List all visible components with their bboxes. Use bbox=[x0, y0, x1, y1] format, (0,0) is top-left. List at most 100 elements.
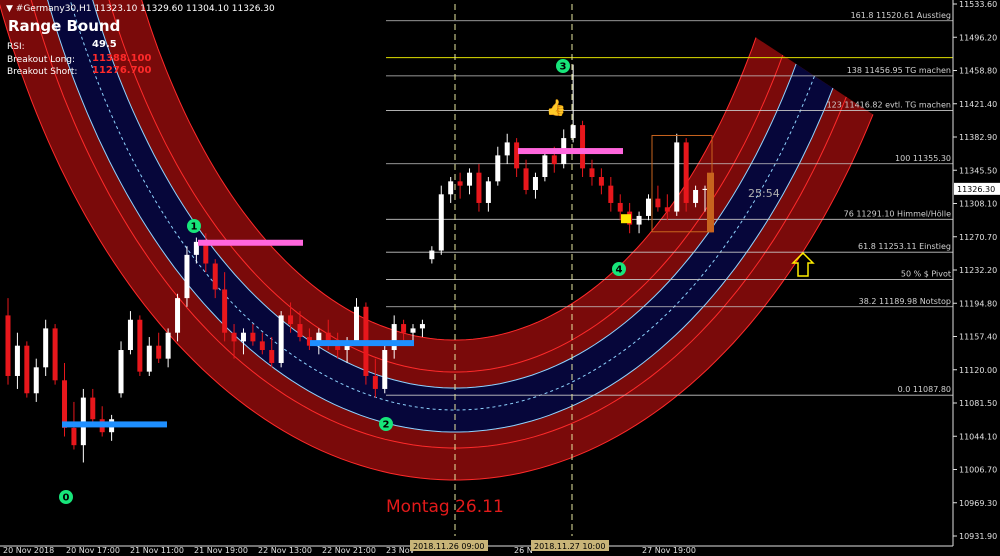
time-tick-label: 21 Nov 19:00 bbox=[194, 546, 248, 555]
candle-body bbox=[382, 350, 388, 389]
candle-body bbox=[523, 168, 529, 190]
price-tick-label: 10931.90 bbox=[959, 532, 997, 541]
candle-body bbox=[165, 332, 171, 359]
price-tick-label: 11194.80 bbox=[959, 299, 997, 308]
candle-body bbox=[570, 125, 576, 139]
time-tick-label: 26 N bbox=[514, 546, 533, 555]
time-tick-label: 22 Nov 13:00 bbox=[258, 546, 312, 555]
rsi-value: 49.5 bbox=[92, 39, 117, 50]
fib-label: 76 11291.10 Himmel/Hölle bbox=[844, 209, 951, 218]
candle-body bbox=[580, 125, 586, 169]
marker-number: 0 bbox=[63, 493, 70, 504]
candle-body bbox=[43, 328, 49, 368]
candle-body bbox=[90, 397, 96, 420]
candle-body bbox=[137, 319, 143, 372]
fib-label: 123 11416.82 evtl. TG machen bbox=[827, 101, 951, 110]
panel-title: Range Bound bbox=[8, 17, 121, 35]
marker-number: 2 bbox=[383, 420, 390, 431]
candle-body bbox=[278, 315, 284, 363]
price-tick-label: 10969.30 bbox=[959, 499, 997, 508]
price-tick-label: 11120.00 bbox=[959, 366, 997, 375]
price-tick-label: 11382.90 bbox=[959, 133, 997, 142]
resistance-bar bbox=[518, 148, 623, 155]
entry-marker bbox=[621, 214, 631, 224]
candle-body bbox=[438, 194, 444, 251]
candle-body bbox=[655, 198, 661, 208]
candle-body bbox=[429, 250, 435, 260]
candle-body bbox=[127, 319, 133, 351]
candle-body bbox=[457, 181, 463, 186]
candle-body bbox=[495, 155, 501, 182]
fib-label: 38.2 11189.98 Notstop bbox=[859, 297, 951, 306]
rsi-label: RSI: bbox=[7, 42, 25, 52]
candle-body bbox=[674, 142, 680, 212]
candle-body bbox=[401, 324, 407, 333]
candle-body bbox=[693, 189, 699, 203]
time-tick-label: 20 Nov 2018 bbox=[3, 546, 54, 555]
candle-body bbox=[14, 345, 20, 376]
candle-body bbox=[335, 345, 341, 351]
price-tick-label: 11081.50 bbox=[959, 399, 997, 408]
marker-number: 3 bbox=[560, 62, 567, 73]
candle-body bbox=[288, 315, 294, 325]
breakout-long-value: 11388.100 bbox=[92, 53, 152, 64]
countdown-label: 25:54 bbox=[748, 187, 780, 200]
candle-body bbox=[71, 427, 77, 446]
candle-body bbox=[551, 155, 557, 165]
breakout-long-label: Breakout Long: bbox=[7, 55, 76, 65]
price-tick-label: 11458.80 bbox=[959, 67, 997, 76]
candle-body bbox=[240, 332, 246, 342]
fib-label: 50 % $ Pivot bbox=[901, 270, 951, 279]
price-tick-label: 11232.20 bbox=[959, 266, 997, 275]
marker-number: 1 bbox=[191, 222, 198, 233]
candle-body bbox=[354, 306, 359, 342]
thumbs-up-icon: 👍 bbox=[546, 98, 566, 117]
candle-body bbox=[33, 367, 39, 394]
candle-body bbox=[52, 328, 58, 381]
candle-body bbox=[467, 172, 473, 186]
candle-body bbox=[297, 324, 303, 338]
time-tick-label: 27 Nov 19:00 bbox=[642, 546, 696, 555]
candle-body bbox=[542, 155, 548, 178]
marker-number: 4 bbox=[616, 265, 623, 276]
candle-body bbox=[664, 207, 670, 212]
time-tick-label: 22 Nov 21:00 bbox=[322, 546, 376, 555]
current-price-label: 11326.30 bbox=[957, 185, 995, 194]
time-tick-label: 20 Nov 17:00 bbox=[66, 546, 120, 555]
resistance-bar bbox=[198, 239, 303, 246]
breakout-body bbox=[707, 172, 714, 233]
breakout-short-label: Breakout Short: bbox=[7, 67, 78, 77]
candle-body bbox=[504, 142, 510, 156]
candle-body bbox=[608, 185, 614, 203]
price-tick-label: 11157.40 bbox=[959, 333, 997, 342]
range-bound-panel: Range Bound RSI: 49.5 Breakout Long: 113… bbox=[0, 0, 300, 90]
candle-body bbox=[617, 202, 623, 212]
candle-body bbox=[250, 332, 256, 342]
candle-body bbox=[514, 142, 520, 169]
candle-body bbox=[645, 198, 651, 216]
fib-label: 161.8 11520.61 Ausstieg bbox=[851, 11, 951, 20]
candle-body bbox=[476, 172, 482, 203]
candle-body bbox=[589, 168, 595, 178]
candle-body bbox=[702, 188, 708, 190]
price-tick-label: 11006.70 bbox=[959, 466, 997, 475]
price-tick-label: 11345.50 bbox=[959, 166, 997, 175]
candle-body bbox=[391, 324, 397, 351]
time-tick-label: 21 Nov 11:00 bbox=[130, 546, 184, 555]
price-tick-label: 11308.10 bbox=[959, 200, 997, 209]
price-tick-label: 11044.10 bbox=[959, 432, 997, 441]
candle-body bbox=[222, 289, 228, 333]
candle-body bbox=[598, 177, 604, 186]
fib-label: 138 11456.95 TG machen bbox=[847, 66, 951, 75]
candle-body bbox=[410, 328, 416, 333]
time-marker-label: 2018.11.26 09:00 bbox=[413, 542, 484, 551]
price-tick-label: 11496.20 bbox=[959, 33, 997, 42]
fib-label: 0.0 11087.80 bbox=[898, 385, 951, 394]
fib-label: 100 11355.30 bbox=[895, 154, 951, 163]
candle-body bbox=[269, 350, 275, 363]
candle-body bbox=[448, 181, 454, 195]
candle-body bbox=[156, 345, 162, 359]
candle-body bbox=[175, 298, 181, 333]
time-marker-label: 2018.11.27 10:00 bbox=[534, 542, 605, 551]
price-tick-label: 11421.40 bbox=[959, 100, 997, 109]
